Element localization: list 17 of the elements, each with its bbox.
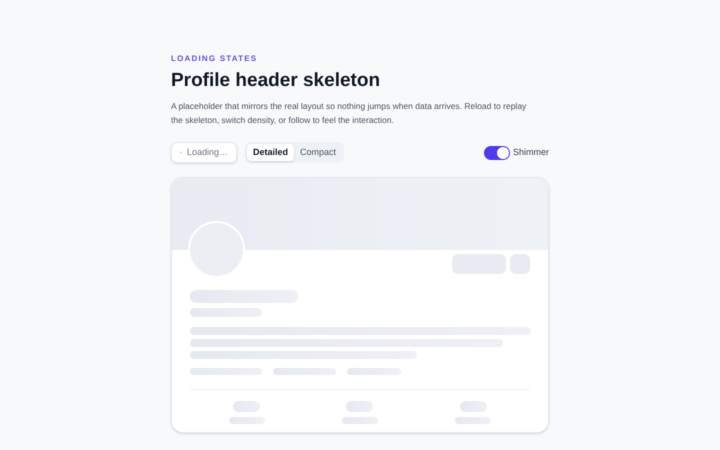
description: A placeholder that mirrors the real layout so nothing jumps when data arrives. Reload to replay the skeleton, switch density, or follow to feel the interaction.	[171, 100, 528, 127]
skeleton-bar	[455, 417, 492, 424]
skeleton-bar	[342, 417, 378, 424]
density-tab[interactable]: Detailed	[247, 144, 294, 161]
skeleton-bar	[190, 368, 262, 375]
shimmer-label: Shimmer	[512, 146, 549, 159]
skeleton-bar	[190, 308, 262, 317]
skeleton-bar	[273, 368, 336, 375]
skeleton-bar	[233, 401, 260, 412]
skeleton-bar	[228, 417, 265, 424]
eyebrow-label: LOADING STATES	[171, 53, 258, 65]
skeleton-bar	[346, 401, 374, 412]
page-title: Profile header skeleton	[171, 69, 382, 93]
skeleton-bar	[460, 401, 487, 412]
density-tab[interactable]: Compact	[294, 144, 342, 161]
shimmer-switch[interactable]	[484, 146, 510, 160]
skeleton-bar	[347, 368, 401, 375]
